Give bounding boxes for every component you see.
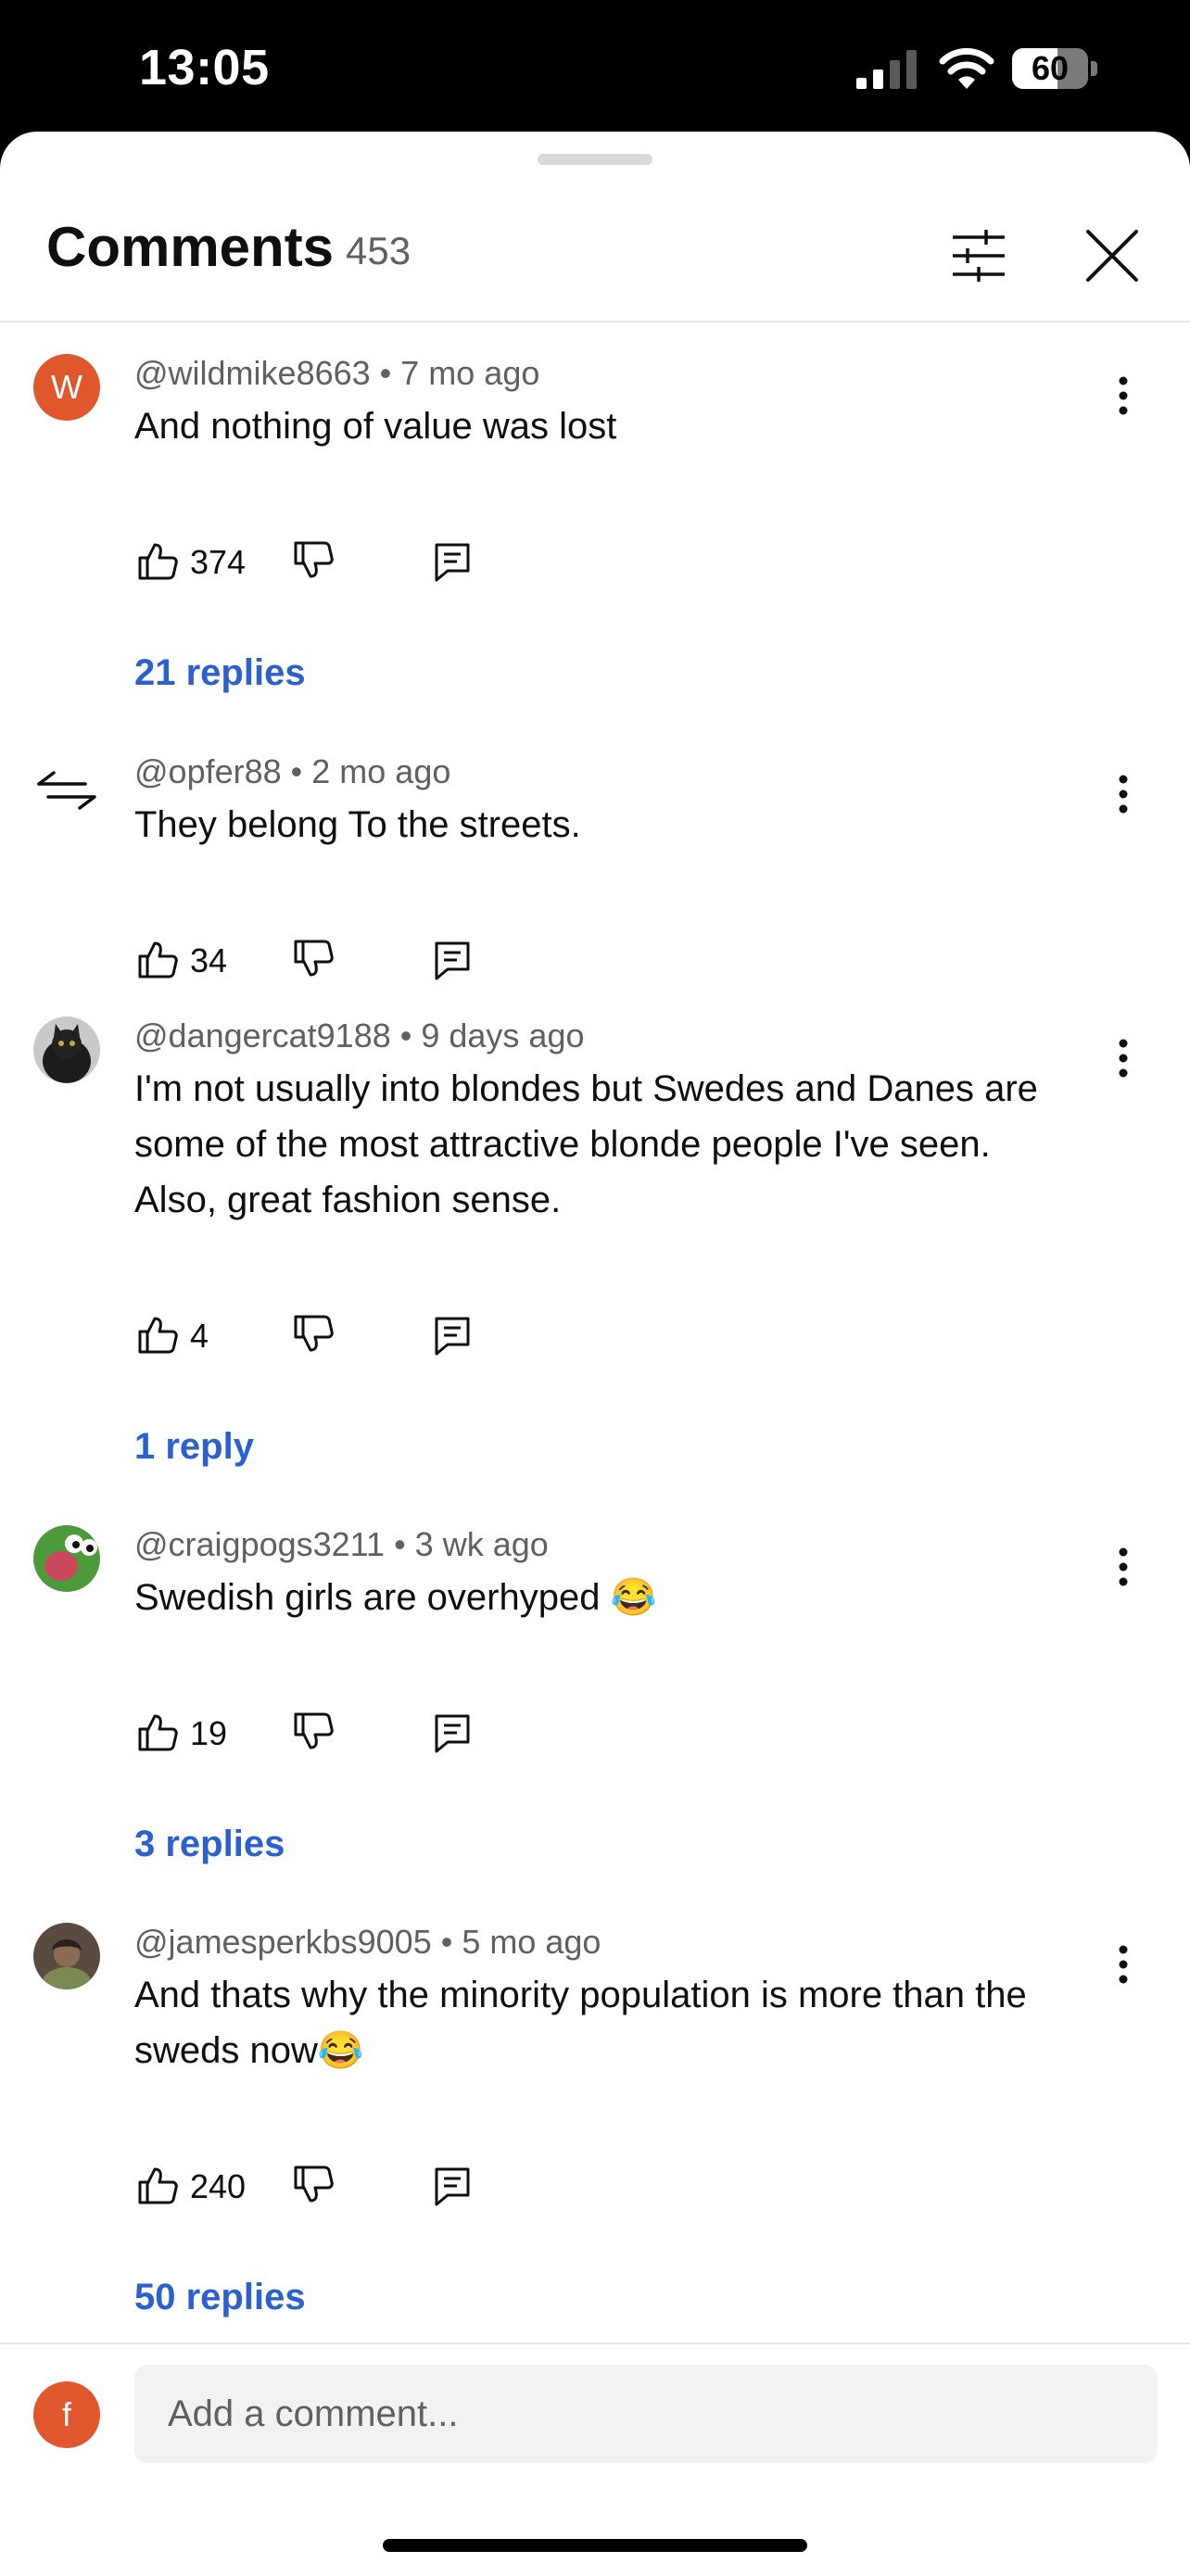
close-icon[interactable] (1077, 221, 1147, 291)
like-count: 34 (190, 941, 228, 979)
like-count: 240 (190, 2167, 247, 2205)
like-count: 19 (190, 1714, 228, 1752)
comments-sheet: Comments 453 W @wildmike8663 • 7 mo ago (0, 132, 1190, 2574)
comment-age: 5 mo ago (462, 1923, 601, 1961)
filter-icon[interactable] (943, 221, 1014, 291)
thumbs-up-icon[interactable] (134, 1311, 181, 1357)
comments-count: 453 (346, 229, 411, 272)
replies-link[interactable]: 21 replies (134, 652, 306, 694)
comment-author[interactable]: @craigpogs3211 (134, 1525, 385, 1563)
comment-text: They belong To the streets. (134, 804, 581, 845)
comment-meta: @wildmike8663 • 7 mo ago (134, 354, 540, 392)
thumbs-down-icon[interactable] (290, 1311, 336, 1357)
drag-handle[interactable] (538, 154, 652, 165)
more-vertical-icon[interactable] (1103, 363, 1144, 428)
replies-link[interactable]: 1 reply (134, 1426, 254, 1468)
comment-author[interactable]: @opfer88 (134, 752, 282, 790)
avatar[interactable] (33, 752, 100, 819)
comment-actions: 240 (134, 2162, 505, 2217)
reply-icon[interactable] (429, 1709, 475, 1755)
comment-meta: @craigpogs3211 • 3 wk ago (134, 1525, 549, 1563)
home-indicator[interactable] (383, 2539, 807, 2552)
more-vertical-icon[interactable] (1103, 1932, 1144, 1997)
reply-icon[interactable] (429, 936, 475, 982)
comment-actions: 34 (134, 936, 505, 991)
comment-text: I'm not usually into blondes but Swedes … (134, 1068, 1038, 1220)
avatar[interactable] (33, 1017, 100, 1083)
thumbs-down-icon[interactable] (290, 2162, 336, 2208)
replies-link[interactable]: 3 replies (134, 1824, 285, 1865)
replies-link[interactable]: 50 replies (134, 2277, 306, 2318)
battery-indicator: 60 (1012, 48, 1099, 91)
thumbs-up-icon[interactable] (134, 2162, 181, 2208)
wifi-icon (939, 47, 994, 89)
add-comment-input[interactable] (134, 2365, 1158, 2463)
avatar[interactable]: W (33, 354, 100, 421)
avatar[interactable] (33, 1525, 100, 1592)
reply-icon[interactable] (429, 2162, 475, 2208)
thumbs-up-icon[interactable] (134, 537, 181, 584)
comment-meta: @jamesperkbs9005 • 5 mo ago (134, 1923, 601, 1961)
reply-icon[interactable] (429, 537, 475, 584)
avatar[interactable] (33, 1923, 100, 1989)
reply-icon[interactable] (429, 1311, 475, 1357)
comment-age: 9 days ago (421, 1017, 585, 1054)
status-time: 13:05 (139, 40, 270, 95)
comment-actions: 374 (134, 537, 505, 593)
comment-actions: 4 (134, 1311, 505, 1367)
more-vertical-icon[interactable] (1103, 762, 1144, 827)
more-vertical-icon[interactable] (1103, 1534, 1144, 1599)
more-vertical-icon[interactable] (1103, 1026, 1144, 1091)
comment-meta: @dangercat9188 • 9 days ago (134, 1017, 585, 1054)
comment-age: 2 mo ago (311, 752, 451, 790)
thumbs-up-icon[interactable] (134, 936, 181, 982)
comment-meta: @opfer88 • 2 mo ago (134, 752, 451, 790)
comment-actions: 19 (134, 1709, 505, 1764)
comment-author[interactable]: @jamesperkbs9005 (134, 1923, 432, 1961)
thumbs-down-icon[interactable] (290, 1709, 336, 1755)
user-avatar[interactable]: f (33, 2381, 100, 2448)
thumbs-down-icon[interactable] (290, 537, 336, 584)
comment-text: And nothing of value was lost (134, 406, 617, 447)
thumbs-up-icon[interactable] (134, 1709, 181, 1755)
like-count: 374 (190, 543, 247, 581)
comment-author[interactable]: @wildmike8663 (134, 354, 371, 392)
thumbs-down-icon[interactable] (290, 936, 336, 982)
like-count: 4 (190, 1317, 209, 1355)
cellular-signal-icon (856, 50, 917, 89)
comments-title: Comments (46, 216, 335, 278)
comment-author[interactable]: @dangercat9188 (134, 1017, 391, 1054)
battery-level: 60 (1031, 49, 1070, 87)
comment-text: And thats why the minority population is… (134, 1975, 1027, 2071)
comment-age: 3 wk ago (414, 1525, 549, 1563)
comments-header: Comments 453 (0, 187, 1190, 322)
comment-age: 7 mo ago (400, 354, 540, 392)
comment-text: Swedish girls are overhyped 😂 (134, 1577, 657, 1618)
status-bar: 13:05 60 (0, 0, 1190, 132)
